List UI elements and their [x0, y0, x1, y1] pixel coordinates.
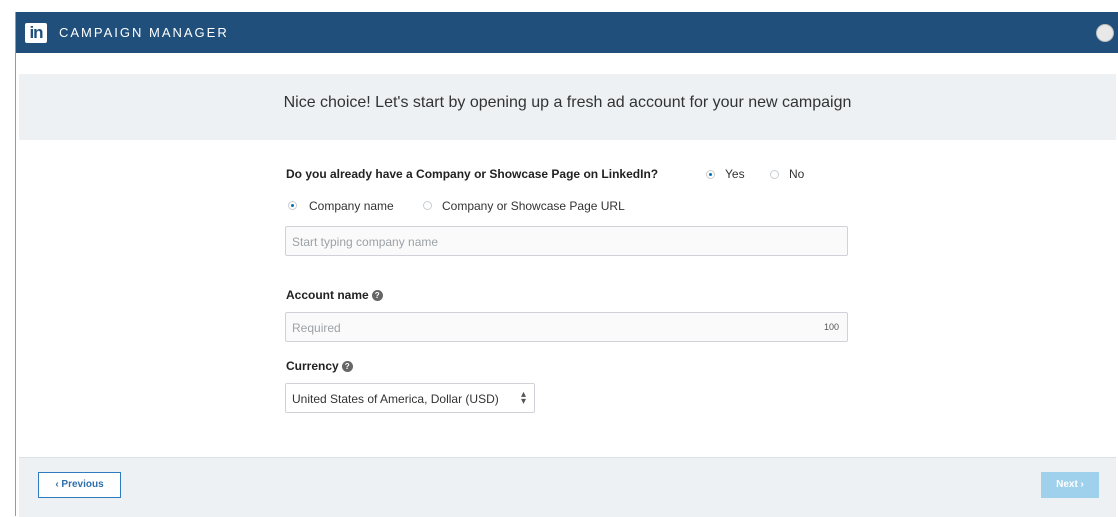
no-radio-label[interactable]: No [789, 167, 804, 181]
account-name-placeholder: Required [292, 321, 341, 335]
page-title: Nice choice! Let's start by opening up a… [283, 94, 852, 111]
page-header: Nice choice! Let's start by opening up a… [19, 74, 1116, 140]
yes-radio-label[interactable]: Yes [725, 167, 745, 181]
app-window: in CAMPAIGN MANAGER Nice choice! Let's s… [15, 12, 1118, 517]
account-name-label: Account name? [286, 288, 383, 302]
next-button[interactable]: Next › [1041, 472, 1099, 498]
previous-button[interactable]: ‹ Previous [38, 472, 121, 498]
app-title: CAMPAIGN MANAGER [59, 25, 229, 40]
currency-selected-value: United States of America, Dollar (USD) [292, 392, 499, 406]
footer-bar: ‹ Previous Next › [19, 457, 1116, 517]
company-search-placeholder: Start typing company name [292, 235, 439, 249]
top-navigation-bar: in CAMPAIGN MANAGER [16, 12, 1118, 53]
company-name-radio-label[interactable]: Company name [309, 199, 394, 213]
linkedin-logo[interactable]: in [25, 23, 47, 43]
select-arrows-icon: ▴ ▾ [520, 389, 526, 407]
user-avatar-icon[interactable] [1096, 24, 1114, 42]
yes-radio[interactable] [706, 170, 715, 179]
account-name-field[interactable]: Required 100 [285, 312, 848, 342]
help-icon[interactable]: ? [371, 290, 383, 302]
help-icon[interactable]: ? [341, 361, 353, 373]
currency-select[interactable]: United States of America, Dollar (USD) ▴… [285, 383, 535, 413]
page-url-radio[interactable] [423, 201, 432, 210]
account-name-label-text: Account name [286, 288, 369, 302]
company-page-question: Do you already have a Company or Showcas… [286, 167, 659, 181]
page-url-radio-label[interactable]: Company or Showcase Page URL [442, 199, 625, 213]
character-counter: 100 [823, 322, 839, 332]
currency-label: Currency? [286, 359, 353, 373]
currency-label-text: Currency [286, 359, 339, 373]
no-radio[interactable] [770, 170, 779, 179]
company-search-input[interactable]: Start typing company name [285, 226, 848, 256]
company-name-radio[interactable] [288, 201, 297, 210]
